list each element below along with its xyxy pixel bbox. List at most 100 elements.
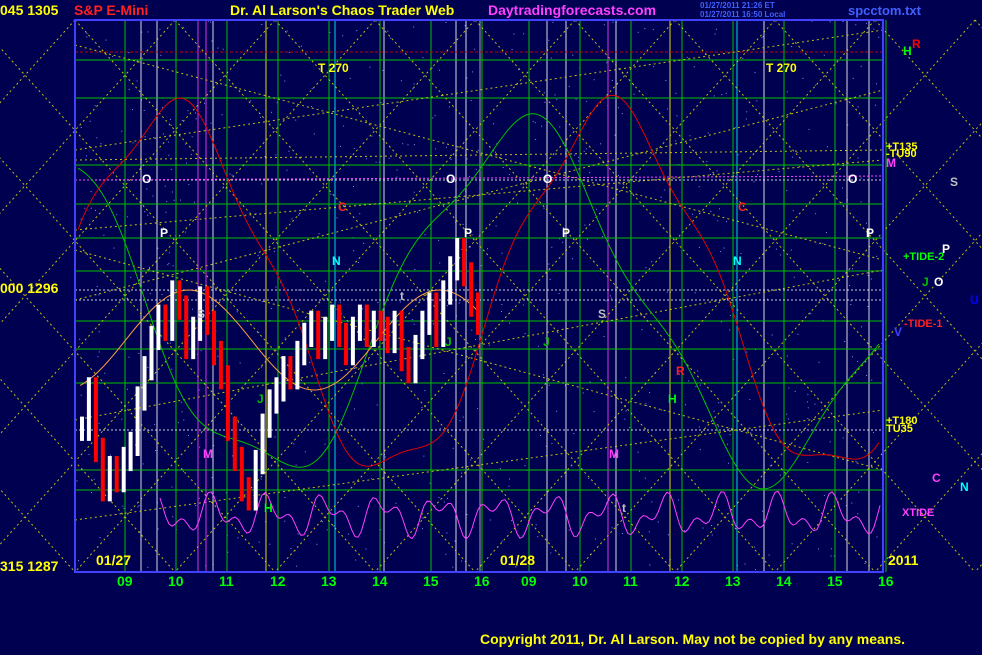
- planet-marker: O: [848, 172, 857, 186]
- star: [443, 501, 445, 503]
- star: [825, 232, 827, 233]
- star: [578, 156, 580, 158]
- star: [829, 21, 831, 23]
- star: [710, 210, 712, 212]
- star: [799, 166, 801, 167]
- star: [157, 528, 159, 530]
- star: [862, 118, 864, 120]
- planet-marker: P: [160, 226, 168, 240]
- star: [368, 359, 370, 361]
- star: [509, 322, 510, 324]
- planet-marker: P: [464, 226, 472, 240]
- star: [173, 199, 175, 201]
- star: [160, 54, 162, 56]
- star: [475, 339, 477, 340]
- star: [807, 407, 809, 409]
- star: [756, 100, 758, 102]
- star: [236, 311, 238, 313]
- star: [375, 161, 377, 163]
- star: [384, 456, 386, 458]
- star: [611, 527, 613, 529]
- star: [483, 438, 485, 440]
- planet-marker: N: [733, 254, 742, 268]
- star: [90, 191, 92, 192]
- star: [870, 278, 872, 280]
- planet-marker: J: [257, 392, 264, 406]
- star: [537, 536, 539, 538]
- chart-area: T 270 T 270 O O O O P P P P C C N N S S J J J M M R H Ht t H R +T1…: [0, 0, 982, 650]
- star: [222, 48, 224, 50]
- star: [424, 234, 426, 236]
- star: [96, 137, 98, 139]
- planet-marker: R: [676, 364, 685, 378]
- star: [621, 113, 623, 115]
- star: [625, 410, 627, 412]
- star: [324, 443, 326, 445]
- star: [164, 185, 166, 187]
- star: [501, 540, 503, 542]
- star: [200, 350, 202, 352]
- star: [842, 21, 844, 22]
- date-label-left: 01/27: [96, 552, 131, 568]
- star: [807, 418, 809, 419]
- star: [866, 375, 868, 376]
- star: [771, 334, 773, 336]
- star: [446, 532, 448, 534]
- star: [815, 213, 817, 215]
- star: [333, 525, 335, 527]
- right-side-label: R: [912, 37, 921, 51]
- star: [423, 455, 425, 457]
- star: [96, 286, 98, 287]
- star: [369, 66, 371, 68]
- star: [109, 454, 111, 456]
- star: [729, 329, 731, 331]
- star: [329, 31, 331, 33]
- star: [138, 505, 140, 507]
- star: [362, 308, 364, 310]
- star: [355, 559, 357, 561]
- star: [725, 92, 727, 94]
- star: [396, 169, 398, 171]
- star: [551, 246, 553, 248]
- star: [309, 361, 311, 363]
- star: [275, 154, 277, 156]
- star: [128, 356, 130, 358]
- right-side-label: V: [894, 325, 902, 339]
- star: [475, 168, 477, 170]
- star: [239, 362, 241, 364]
- star: [793, 276, 795, 278]
- star: [611, 80, 613, 81]
- star: [717, 220, 719, 222]
- star: [184, 231, 186, 233]
- star: [575, 98, 577, 100]
- chart-svg: T 270 T 270O O O OP P P PC CN NS SJJ JM MRHH tt H R+T1…: [0, 0, 982, 650]
- star: [454, 263, 456, 265]
- star: [675, 140, 677, 142]
- star: [298, 308, 300, 310]
- star: [587, 238, 588, 240]
- star: [501, 303, 503, 305]
- star: [749, 432, 751, 434]
- star: [190, 154, 192, 156]
- star: [273, 250, 275, 252]
- star: [157, 247, 159, 249]
- star: [80, 394, 82, 396]
- planet-marker: P: [866, 226, 874, 240]
- star: [147, 214, 149, 216]
- star: [541, 125, 543, 127]
- star: [435, 148, 437, 150]
- star: [550, 57, 552, 59]
- star: [568, 529, 570, 531]
- star: [217, 355, 219, 357]
- star: [699, 449, 701, 451]
- star: [684, 404, 686, 406]
- planet-marker: N: [332, 254, 341, 268]
- star: [664, 189, 666, 191]
- star: [443, 373, 445, 374]
- star: [274, 436, 276, 438]
- star: [617, 107, 619, 109]
- star: [746, 351, 748, 353]
- star: [637, 31, 639, 33]
- star: [370, 478, 372, 480]
- star: [522, 304, 524, 306]
